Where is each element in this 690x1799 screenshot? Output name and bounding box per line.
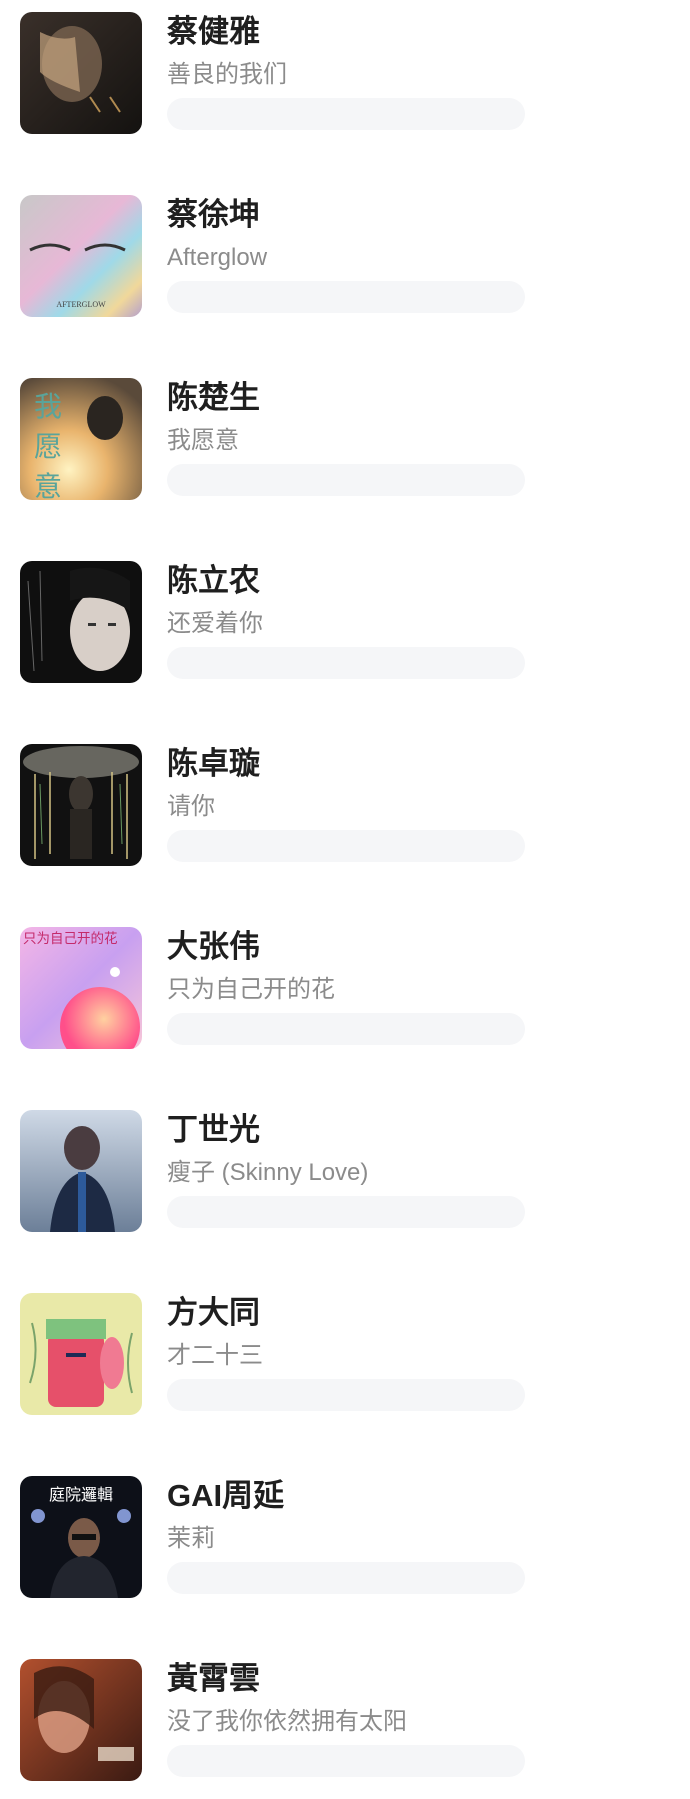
artist-name: 丁世光 (167, 1112, 260, 1147)
album-cover[interactable] (20, 1110, 142, 1232)
artist-name: GAI周延 (167, 1478, 285, 1513)
album-art-image (20, 744, 142, 866)
list-item[interactable]: 方大同 才二十三 (0, 1293, 690, 1443)
album-cover[interactable] (20, 12, 142, 134)
album-cover[interactable] (20, 744, 142, 866)
album-cover[interactable]: 我 愿 意 (20, 378, 142, 500)
song-title: 才二十三 (167, 1342, 263, 1369)
artist-name: 陈立农 (167, 563, 260, 598)
song-title: 只为自己开的花 (167, 976, 335, 1003)
artist-name: 蔡徐坤 (167, 197, 260, 232)
cover-text: 只为自己开的花 (23, 931, 118, 947)
song-title: 善良的我们 (167, 61, 287, 88)
artist-name: 大张伟 (167, 929, 260, 964)
artist-name: 方大同 (167, 1295, 260, 1330)
svg-text:我: 我 (34, 390, 62, 423)
album-cover[interactable]: 庭院邏輯 (20, 1476, 142, 1598)
placeholder-bar (167, 1196, 525, 1228)
list-item[interactable]: 陈卓璇 请你 (0, 744, 690, 894)
cover-text: AFTERGLOW (56, 300, 106, 309)
album-art-image (20, 1293, 142, 1415)
list-item[interactable]: 只为自己开的花 大张伟 只为自己开的花 (0, 927, 690, 1077)
placeholder-bar (167, 1745, 525, 1777)
placeholder-bar (167, 1562, 525, 1594)
artist-name: 黃霄雲 (167, 1661, 260, 1696)
placeholder-bar (167, 1379, 525, 1411)
album-cover[interactable]: 只为自己开的花 (20, 927, 142, 1049)
artist-name: 蔡健雅 (167, 14, 260, 49)
placeholder-bar (167, 464, 525, 496)
artist-name: 陈卓璇 (167, 746, 260, 781)
album-art-image: 只为自己开的花 (20, 927, 142, 1049)
placeholder-bar (167, 98, 525, 130)
list-item[interactable]: 陈立农 还爱着你 (0, 561, 690, 711)
placeholder-bar (167, 281, 525, 313)
song-title: 还爱着你 (167, 610, 263, 637)
album-art-image (20, 561, 142, 683)
svg-text:意: 意 (34, 470, 62, 500)
list-item[interactable]: 蔡健雅 善良的我们 (0, 12, 690, 162)
song-title: 茉莉 (167, 1525, 215, 1552)
album-cover[interactable] (20, 1659, 142, 1781)
album-art-image: 我 愿 意 (20, 378, 142, 500)
list-item[interactable]: 丁世光 瘦子 (Skinny Love) (0, 1110, 690, 1260)
list-item[interactable]: 黃霄雲 没了我你依然拥有太阳 (0, 1659, 690, 1799)
album-cover[interactable] (20, 561, 142, 683)
album-art-image (20, 1659, 142, 1781)
song-title: 瘦子 (Skinny Love) (167, 1159, 369, 1186)
placeholder-bar (167, 830, 525, 862)
album-art-image (20, 12, 142, 134)
song-title: Afterglow (167, 244, 268, 271)
song-list: 蔡健雅 善良的我们 AFTERGLOW 蔡徐坤 Afterglow 我 愿 意 … (0, 0, 690, 1799)
artist-name: 陈楚生 (167, 380, 260, 415)
placeholder-bar (167, 1013, 525, 1045)
song-title: 请你 (167, 793, 215, 820)
album-cover[interactable] (20, 1293, 142, 1415)
svg-text:愿: 愿 (34, 430, 62, 463)
list-item[interactable]: 我 愿 意 陈楚生 我愿意 (0, 378, 690, 528)
album-cover[interactable]: AFTERGLOW (20, 195, 142, 317)
song-title: 我愿意 (167, 427, 239, 454)
cover-text: 庭院邏輯 (49, 1485, 113, 1504)
album-art-image (20, 1110, 142, 1232)
list-item[interactable]: 庭院邏輯 GAI周延 茉莉 (0, 1476, 690, 1626)
album-art-image: AFTERGLOW (20, 195, 142, 317)
placeholder-bar (167, 647, 525, 679)
album-art-image: 庭院邏輯 (20, 1476, 142, 1598)
song-title: 没了我你依然拥有太阳 (167, 1708, 407, 1735)
list-item[interactable]: AFTERGLOW 蔡徐坤 Afterglow (0, 195, 690, 345)
